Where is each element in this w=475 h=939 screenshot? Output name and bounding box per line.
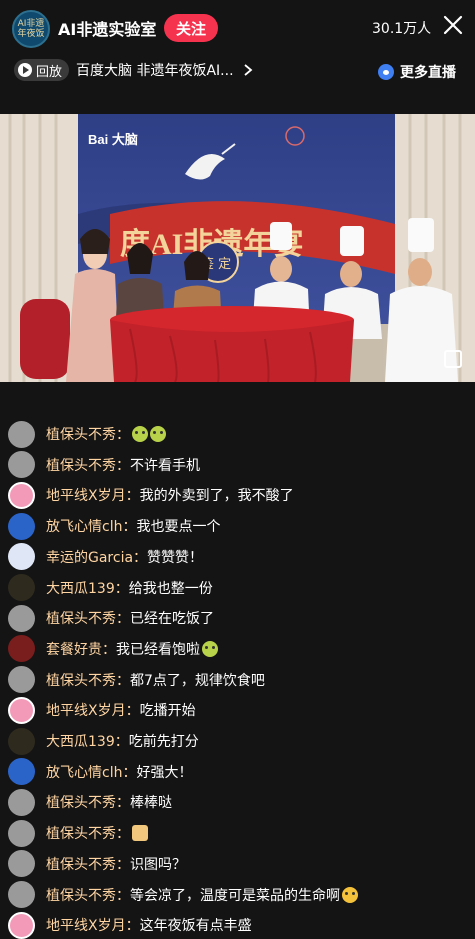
chat-avatar[interactable] [8, 881, 35, 908]
chat-avatar[interactable] [8, 574, 35, 601]
chat-username[interactable]: 植保头不秀： [46, 792, 130, 812]
chat-message[interactable]: 地平线X岁月： 吃播开始 [8, 696, 196, 724]
baidu-paw-icon [378, 64, 394, 80]
chat-message[interactable]: 植保头不秀： [8, 819, 148, 847]
replay-badge[interactable]: 回放 [14, 59, 70, 81]
replay-label: 回放 [36, 64, 63, 80]
chat-username[interactable]: 植保头不秀： [46, 455, 130, 475]
chat-avatar[interactable] [8, 758, 35, 786]
more-live-button[interactable]: 更多直播 [378, 62, 456, 82]
chat-message[interactable]: 放飞心情clh： 好强大！ [8, 758, 192, 786]
chat-avatar[interactable] [8, 666, 35, 694]
emoji-icon [202, 640, 218, 657]
room-avatar-text: AI非遗 年夜饭 [17, 19, 45, 39]
chat-username[interactable]: 幸运的Garcia： [46, 547, 147, 567]
chat-text: 给我也整一份 [128, 580, 213, 597]
chat-message[interactable]: 植保头不秀： 等会凉了，温度可是菜品的生命啊 [8, 881, 358, 909]
chat-text: 等会凉了，温度可是菜品的生命啊 [130, 887, 340, 904]
more-live-label: 更多直播 [400, 65, 456, 81]
emoji-icon [150, 426, 166, 442]
chat-avatar[interactable] [8, 635, 35, 663]
chat-text: 都7点了，规律饮食吧 [130, 672, 265, 689]
chat-username[interactable]: 植保头不秀： [46, 608, 130, 628]
chat-username[interactable]: 大西瓜139： [46, 731, 129, 751]
chat-text: 我的外卖到了，我不酸了 [139, 488, 294, 505]
chat-text: 吃前先打分 [128, 734, 199, 750]
chat-text: 吃播开始 [139, 703, 196, 720]
chat-text: 我也要点一个 [136, 519, 221, 536]
chat-message[interactable]: 大西瓜139： 给我也整一份 [8, 574, 213, 602]
chat-message[interactable]: 地平线X岁月： 这年夜饭有点丰盛 [8, 911, 252, 939]
fullscreen-icon[interactable] [444, 350, 462, 368]
chat-avatar[interactable] [8, 451, 35, 479]
chat-message[interactable]: 植保头不秀： 棒棒哒 [8, 788, 172, 816]
thumbs-up-icon [132, 825, 148, 842]
emoji-icon [342, 886, 358, 903]
chat-username[interactable]: 放飞心情clh： [46, 762, 136, 782]
chat-message[interactable]: 套餐好贵： 我已经看饱啦 [8, 635, 218, 663]
chat-avatar[interactable] [8, 420, 35, 448]
chat-username[interactable]: 植保头不秀： [46, 854, 130, 874]
chat-username[interactable]: 植保头不秀： [46, 823, 130, 843]
chat-avatar[interactable] [8, 512, 35, 540]
viewer-count: 30.1万人 [372, 21, 432, 37]
top-bar: AI非遗 年夜饭 AI非遗实验室 关注 30.1万人 回放 百度大脑 非遗年夜饭… [0, 0, 475, 110]
chat-username[interactable]: 植保头不秀： [46, 885, 130, 905]
chat-avatar[interactable] [8, 727, 35, 755]
room-avatar[interactable]: AI非遗 年夜饭 [12, 10, 50, 48]
chat-message[interactable]: 大西瓜139： 吃前先打分 [8, 727, 199, 755]
chat-message[interactable]: 幸运的Garcia： 赞赞赞！ [8, 543, 203, 571]
chat-avatar[interactable] [8, 850, 35, 878]
follow-button[interactable]: 关注 [164, 14, 218, 42]
chat-username[interactable]: 植保头不秀： [46, 424, 130, 444]
chat-username[interactable]: 放飞心情clh： [46, 516, 136, 536]
chat-message[interactable]: 植保头不秀： 识图吗？ [8, 850, 186, 878]
chevron-right-icon [243, 64, 252, 76]
chat-avatar[interactable] [8, 604, 35, 632]
replay-title[interactable]: 百度大脑 非遗年夜饭AI... [76, 60, 234, 80]
chat-message[interactable]: 放飞心情clh： 我也要点一个 [8, 512, 220, 540]
play-icon [18, 63, 32, 77]
video-frame: Bai 大脑 度AI非遗年宴 鉴 定 [0, 114, 475, 382]
close-icon[interactable] [442, 14, 464, 36]
chat-avatar[interactable] [8, 819, 35, 847]
chat-message[interactable]: 地平线X岁月： 我的外卖到了，我不酸了 [8, 481, 294, 509]
chat-username[interactable]: 大西瓜139： [46, 578, 129, 598]
chat-text: 不许看手机 [130, 457, 200, 474]
chat-message[interactable]: 植保头不秀： [8, 420, 166, 448]
room-name[interactable]: AI非遗实验室 [58, 16, 156, 40]
chat-username[interactable]: 地平线X岁月： [46, 700, 140, 720]
chat-avatar[interactable] [8, 543, 35, 571]
chat-avatar[interactable] [8, 696, 35, 724]
brand-logo: Bai 大脑 [88, 132, 138, 147]
chat-text: 这年夜饭有点丰盛 [139, 918, 252, 935]
chat-username[interactable]: 套餐好贵： [46, 639, 116, 659]
emoji-icon [132, 426, 148, 442]
chat-username[interactable]: 地平线X岁月： [46, 915, 140, 935]
chat-text: 棒棒哒 [130, 795, 172, 812]
chat-avatar[interactable] [8, 911, 35, 939]
chat-message[interactable]: 植保头不秀： 不许看手机 [8, 451, 200, 479]
chat-text: 已经在吃饭了 [130, 611, 214, 628]
live-video[interactable]: Bai 大脑 度AI非遗年宴 鉴 定 [0, 114, 475, 382]
chat-text: 赞赞赞！ [147, 549, 204, 566]
chat-avatar[interactable] [8, 788, 35, 816]
chat-message[interactable]: 植保头不秀： 都7点了，规律饮食吧 [8, 666, 265, 694]
chat-username[interactable]: 地平线X岁月： [46, 485, 140, 505]
replay-row[interactable]: 回放 百度大脑 非遗年夜饭AI... [14, 58, 254, 82]
chat-text: 好强大！ [136, 764, 193, 781]
chat-username[interactable]: 植保头不秀： [46, 670, 130, 690]
chat-avatar[interactable] [8, 481, 35, 509]
chat-text: 我已经看饱啦 [116, 641, 200, 658]
chat-message[interactable]: 植保头不秀： 已经在吃饭了 [8, 604, 214, 632]
chat-text: 识图吗？ [130, 856, 186, 873]
